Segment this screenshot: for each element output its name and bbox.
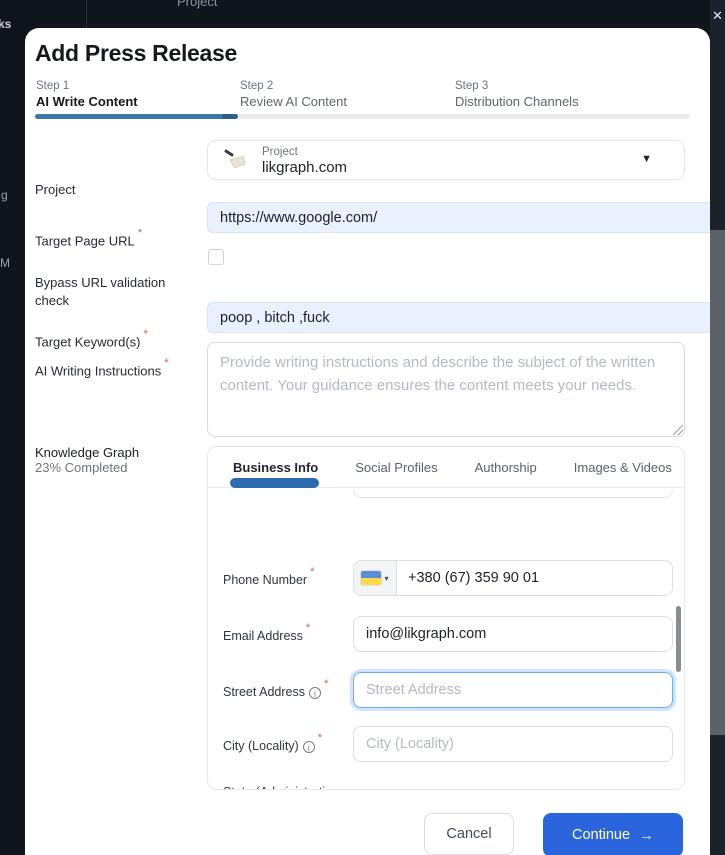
label-text: Street Address xyxy=(223,685,305,699)
required-asterisk: * xyxy=(310,566,314,578)
bypass-validation-checkbox[interactable] xyxy=(208,249,224,265)
required-asterisk: * xyxy=(164,357,168,369)
page-scrollbar-thumb[interactable] xyxy=(710,230,725,735)
knowledge-graph-status: 23% Completed xyxy=(35,460,128,475)
panel-scrollbar-thumb[interactable] xyxy=(676,606,681,672)
project-select-caption: Project xyxy=(262,146,298,158)
wizard-progress-fill xyxy=(35,114,238,119)
project-select-value: likgraph.com xyxy=(262,159,347,176)
step-label: Review AI Content xyxy=(240,94,440,109)
label-text: Phone Number xyxy=(223,573,307,587)
kg-scroll-area[interactable]: Phone Number* ▾ Email Address* Street Ad… xyxy=(208,489,684,789)
tab-social-profiles[interactable]: Social Profiles xyxy=(355,460,437,475)
project-label: Project xyxy=(35,181,75,199)
info-icon[interactable]: i xyxy=(309,687,321,699)
label-text: City (Locality) xyxy=(223,739,299,753)
chevron-down-icon: ▼ xyxy=(641,153,652,165)
bypass-validation-label: Bypass URL validation check xyxy=(35,274,187,309)
tab-images-videos[interactable]: Images & Videos xyxy=(574,460,672,475)
background-project-label: Project xyxy=(177,0,217,9)
cancel-button[interactable]: Cancel xyxy=(424,813,514,855)
label-text: Target Page URL xyxy=(35,233,135,248)
street-address-input[interactable] xyxy=(353,672,673,708)
continue-button[interactable]: Continue → xyxy=(543,813,683,855)
target-keywords-label: Target Keyword(s)* xyxy=(35,331,148,351)
state-label: State (Administrative Area)i* xyxy=(223,783,351,789)
city-label: City (Locality) i* xyxy=(223,735,351,755)
label-text: State (Administrative Area) xyxy=(223,785,338,789)
label-text: Target Keyword(s) xyxy=(35,334,140,349)
label-text: AI Writing Instructions xyxy=(35,363,161,378)
step-label: AI Write Content xyxy=(36,94,236,109)
page-title: Add Press Release xyxy=(35,40,237,67)
target-page-url-input[interactable] xyxy=(207,202,710,233)
country-code-selector[interactable]: ▾ xyxy=(354,561,397,595)
tab-authorship[interactable]: Authorship xyxy=(475,460,537,475)
target-page-url-label: Target Page URL* xyxy=(35,230,142,250)
chevron-down-icon: ▾ xyxy=(384,574,388,583)
target-keywords-input[interactable] xyxy=(207,302,710,333)
continue-button-label: Continue xyxy=(572,827,630,843)
city-input[interactable] xyxy=(353,726,673,762)
required-asterisk: * xyxy=(324,678,328,690)
phone-number-input[interactable] xyxy=(397,561,672,595)
required-asterisk: * xyxy=(143,328,147,340)
wizard-step-1: Step 1 AI Write Content xyxy=(36,80,236,109)
background-text-fragment: g xyxy=(1,188,8,202)
background-text-fragment: M xyxy=(0,256,10,270)
email-address-input[interactable] xyxy=(353,616,673,652)
background-header-divider xyxy=(86,0,87,28)
clipped-input-above xyxy=(353,489,673,498)
tab-business-info[interactable]: Business Info xyxy=(233,460,318,475)
ai-instructions-textarea[interactable] xyxy=(207,342,685,437)
knowledge-graph-panel: Business Info Social Profiles Authorship… xyxy=(207,446,685,790)
active-tab-indicator xyxy=(230,478,319,488)
add-press-release-dialog: Add Press Release Step 1 AI Write Conten… xyxy=(25,28,710,855)
close-icon[interactable]: ✕ xyxy=(712,8,723,24)
info-icon[interactable]: i xyxy=(303,741,315,753)
phone-number-label: Phone Number* xyxy=(223,569,351,589)
required-asterisk: * xyxy=(138,227,142,239)
project-select[interactable]: Project likgraph.com ▼ xyxy=(207,140,685,180)
step-label: Distribution Channels xyxy=(455,94,655,109)
background-text-fragment: ks xyxy=(0,17,11,31)
phone-number-field: ▾ xyxy=(353,560,673,596)
step-number: Step 2 xyxy=(240,80,440,92)
ai-instructions-label: AI Writing Instructions* xyxy=(35,360,168,380)
arrow-right-icon: → xyxy=(639,827,654,844)
page-scrollbar-track[interactable]: ✕ xyxy=(710,0,725,855)
knowledge-graph-label: Knowledge Graph xyxy=(35,445,139,460)
step-number: Step 3 xyxy=(455,80,655,92)
required-asterisk: * xyxy=(306,622,310,634)
wizard-step-2: Step 2 Review AI Content xyxy=(240,80,440,109)
email-address-label: Email Address* xyxy=(223,625,351,645)
step-number: Step 1 xyxy=(36,80,236,92)
knife-favicon-icon xyxy=(222,149,248,173)
label-text: Email Address xyxy=(223,629,303,643)
ukraine-flag-icon xyxy=(361,571,381,585)
street-address-label: Street Address i* xyxy=(223,681,351,701)
wizard-progress-bar xyxy=(35,114,690,119)
wizard-step-3: Step 3 Distribution Channels xyxy=(455,80,655,109)
required-asterisk: * xyxy=(318,732,322,744)
